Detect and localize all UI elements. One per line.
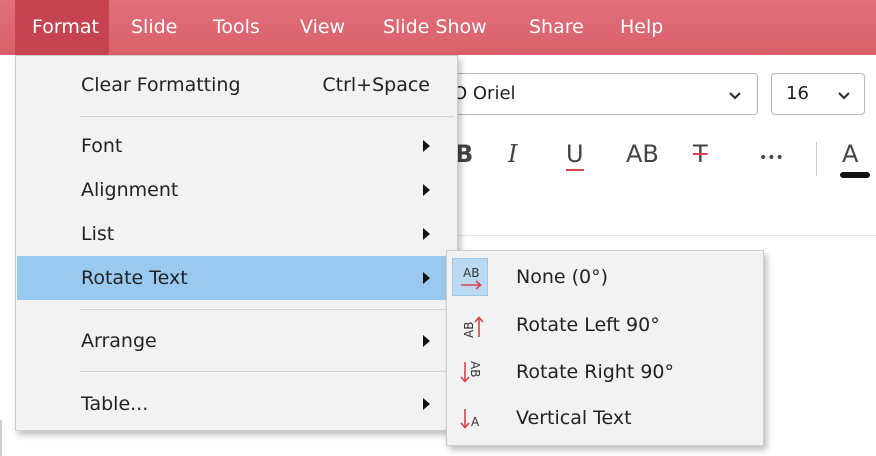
submenu-item-label: Vertical Text <box>516 407 632 429</box>
svg-text:A: A <box>471 415 480 429</box>
icon-container: AB <box>452 353 488 391</box>
menu-slide[interactable]: Slide <box>131 0 177 55</box>
page-edge <box>0 420 2 456</box>
menu-tools[interactable]: Tools <box>213 0 260 55</box>
menu-separator <box>80 309 454 310</box>
menu-separator <box>80 116 454 117</box>
submenu-arrow-icon <box>423 228 430 240</box>
menu-format[interactable]: Format <box>15 0 109 55</box>
svg-text:AB: AB <box>468 361 482 377</box>
more-options-label: ••• <box>759 150 784 166</box>
menu-item-arrange[interactable]: Arrange <box>17 319 456 363</box>
menu-item-label: List <box>81 223 115 245</box>
menu-item-label: Arrange <box>81 330 157 352</box>
submenu-item-label: Rotate Right 90° <box>516 361 674 383</box>
menu-item-table[interactable]: Table... <box>17 382 456 426</box>
menu-format-label: Format <box>32 16 99 38</box>
submenu-item-vertical-text[interactable]: A Vertical Text <box>448 395 762 441</box>
menu-item-shortcut: Ctrl+Space <box>322 74 430 96</box>
font-size-value: 16 <box>786 83 809 104</box>
menu-item-label: Alignment <box>81 179 179 201</box>
submenu-item-rotate-right[interactable]: AB Rotate Right 90° <box>448 349 762 395</box>
toolbar-divider <box>816 142 817 176</box>
menu-item-label: Clear Formatting <box>81 74 241 96</box>
menu-slide-show[interactable]: Slide Show <box>383 0 487 55</box>
menu-item-alignment[interactable]: Alignment <box>17 168 456 212</box>
submenu-item-none[interactable]: AB None (0°) <box>448 254 762 300</box>
all-caps-button[interactable]: AB <box>626 140 659 180</box>
format-menu: Clear Formatting Ctrl+Space Font Alignme… <box>15 55 458 431</box>
italic-label: I <box>508 140 518 168</box>
text-rotate-right-icon: AB <box>460 361 482 383</box>
text-rotate-left-icon: AB <box>462 316 484 338</box>
menu-separator <box>80 371 454 372</box>
italic-button[interactable]: I <box>508 140 517 180</box>
menu-item-clear-formatting[interactable]: Clear Formatting Ctrl+Space <box>17 63 456 107</box>
font-color-label: A <box>842 140 859 168</box>
submenu-item-label: None (0°) <box>516 266 609 288</box>
font-family-select[interactable]: O Oriel <box>440 73 758 115</box>
toolbar-bottom-divider <box>440 235 876 236</box>
font-family-value: O Oriel <box>453 83 516 104</box>
svg-text:AB: AB <box>463 266 479 280</box>
rotate-text-submenu: AB None (0°) AB Rotate Left 90° AB Rotat… <box>446 250 764 446</box>
menu-share[interactable]: Share <box>529 0 584 55</box>
text-rotate-none-icon: AB <box>461 266 482 290</box>
more-options-button[interactable]: ••• <box>759 150 784 190</box>
submenu-arrow-icon <box>423 398 430 410</box>
icon-container: A <box>452 399 488 437</box>
strikethrough-label: T <box>693 140 708 168</box>
svg-text:AB: AB <box>462 322 476 338</box>
menu-item-font[interactable]: Font <box>17 124 456 168</box>
submenu-arrow-icon <box>423 184 430 196</box>
menu-view[interactable]: View <box>300 0 345 55</box>
font-color-swatch <box>840 172 870 178</box>
chevron-down-icon <box>729 92 741 100</box>
submenu-item-rotate-left[interactable]: AB Rotate Left 90° <box>448 302 762 348</box>
menu-bar: Format Slide Tools View Slide Show Share… <box>0 0 876 55</box>
menu-item-list[interactable]: List <box>17 212 456 256</box>
menu-item-label: Font <box>81 135 123 157</box>
menu-help[interactable]: Help <box>620 0 663 55</box>
underline-label: U <box>566 140 584 171</box>
font-color-button[interactable]: A <box>840 140 870 180</box>
submenu-arrow-icon <box>423 140 430 152</box>
menu-item-label: Table... <box>81 393 149 415</box>
underline-button[interactable]: U <box>566 140 584 180</box>
menu-item-label: Rotate Text <box>81 267 188 289</box>
menu-item-rotate-text[interactable]: Rotate Text <box>17 256 456 300</box>
checked-indicator: AB <box>452 258 488 296</box>
icon-container: AB <box>452 306 488 344</box>
font-size-select[interactable]: 16 <box>771 73 865 115</box>
submenu-arrow-icon <box>423 272 430 284</box>
submenu-arrow-icon <box>423 335 430 347</box>
chevron-down-icon <box>838 92 850 100</box>
strikethrough-button[interactable]: T <box>693 140 708 180</box>
all-caps-label: AB <box>626 140 659 168</box>
vertical-text-icon: A <box>460 409 480 429</box>
submenu-item-label: Rotate Left 90° <box>516 314 660 336</box>
